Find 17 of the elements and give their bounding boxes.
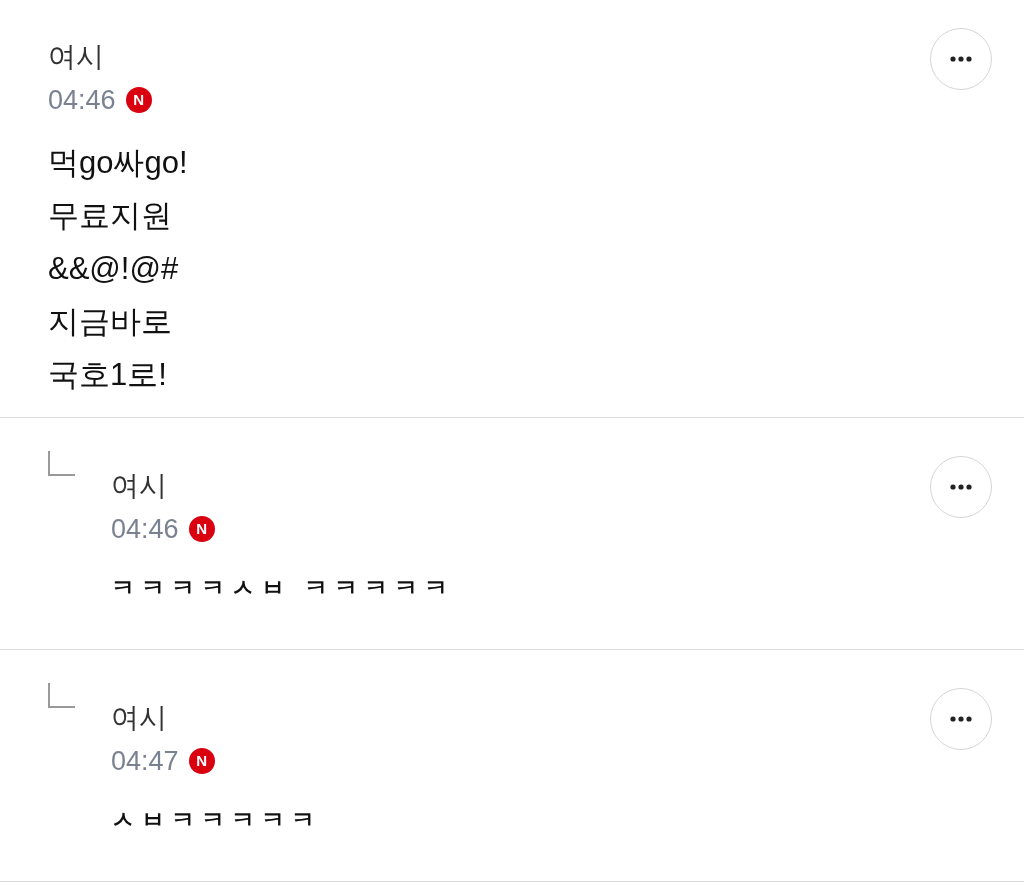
author-name: 여시	[48, 40, 104, 74]
reply-indicator-icon	[48, 683, 75, 708]
comment-text: ㅅㅂㅋㅋㅋㅋㅋ	[111, 805, 321, 835]
more-icon	[950, 56, 972, 62]
comment-time: 04:46	[48, 84, 116, 117]
new-badge: N	[188, 748, 215, 774]
new-badge: N	[188, 516, 215, 542]
comment-time: 04:47	[111, 745, 179, 778]
reply-indicator-icon	[48, 451, 75, 476]
more-icon	[950, 484, 972, 490]
comment-time: 04:46	[111, 513, 179, 546]
comment-text: 먹go싸go! 무료지원 &&@!@# 지금바로 국호1로!	[48, 144, 188, 394]
more-icon	[950, 716, 972, 722]
comment-text: ㅋㅋㅋㅋㅅㅂ ㅋㅋㅋㅋㅋ	[111, 573, 454, 603]
author-name: 여시	[111, 701, 167, 735]
new-badge: N	[125, 87, 152, 113]
author-name: 여시	[111, 469, 167, 503]
